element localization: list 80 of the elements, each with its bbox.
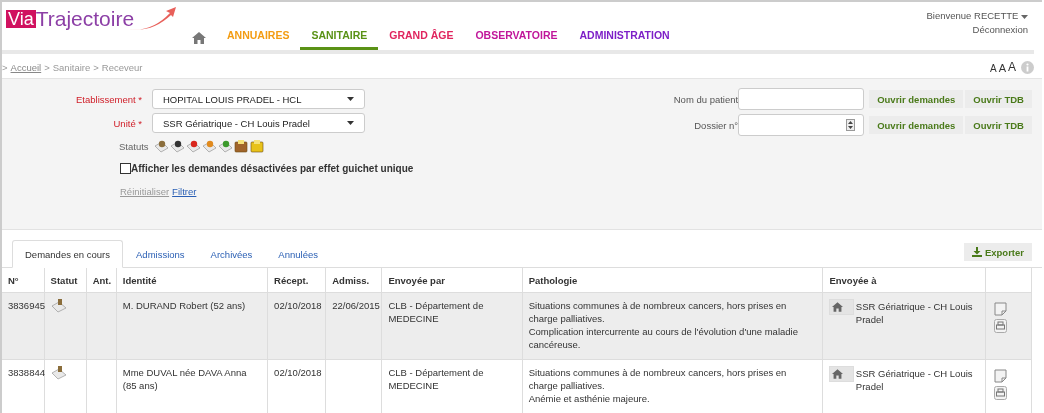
table-cell: 02/10/2018	[274, 300, 322, 311]
table-cell: CLB - Département de MEDECINE	[388, 300, 484, 324]
open-dashboard-button[interactable]: Ouvrir TDB	[965, 116, 1032, 134]
caret-icon[interactable]	[1021, 15, 1028, 19]
pathology-text: Situations communes à de nombreux cancers, hors prises en charge palliatives.	[528, 299, 788, 325]
breadcrumb-item: Sanitaire	[52, 61, 91, 73]
font-size-button[interactable]: A	[998, 62, 1006, 74]
note-icon[interactable]	[993, 369, 1007, 383]
status-label: Statuts	[119, 140, 149, 152]
column-header: Récept.	[267, 268, 326, 293]
filter-link[interactable]: Filtrer	[172, 186, 197, 197]
field-label: Unité *	[112, 117, 142, 129]
print-icon[interactable]	[993, 319, 1007, 333]
user-menu[interactable]: Bienvenue RECETTE	[926, 10, 1028, 21]
breadcrumb-separator: >	[93, 61, 99, 73]
pathology-text: Anémie et asthénie majeure.	[528, 392, 651, 405]
open-requests-button[interactable]: Ouvrir demandes	[869, 90, 964, 108]
status-filter-icon[interactable]	[169, 139, 185, 153]
status-icon	[50, 366, 67, 380]
table-cell: 3838844	[8, 367, 45, 378]
column-header: Admiss.	[325, 268, 382, 293]
print-icon[interactable]	[993, 386, 1007, 400]
field-label: Etablissement *	[75, 93, 142, 105]
open-requests-button[interactable]: Ouvrir demandes	[869, 116, 964, 134]
table-cell: Mme DUVAL née DAVA Anna (85 ans)	[122, 367, 247, 391]
establishment-select[interactable]: HOPITAL LOUIS PRADEL - HCL	[152, 89, 365, 109]
column-header: Envoyée à	[822, 268, 986, 293]
search-field[interactable]	[738, 88, 865, 110]
search-field[interactable]	[738, 114, 865, 136]
pathology-text: Situations communes à de nombreux cancers, hors prises en charge palliatives.	[528, 366, 788, 392]
status-filter-icon[interactable]	[233, 139, 249, 153]
breadcrumb-separator: >	[44, 61, 50, 73]
caret-icon[interactable]	[347, 97, 354, 101]
font-size-button[interactable]: A	[1008, 60, 1016, 74]
tab[interactable]: Annulées	[265, 240, 331, 268]
logo[interactable]: ViaTrajectoire	[6, 7, 177, 33]
logo-name: Trajectoire	[35, 7, 135, 31]
column-header: Ant.	[86, 268, 117, 293]
logo-prefix: Via	[6, 10, 36, 28]
column-header: Envoyée par	[381, 268, 523, 293]
field-label: Dossier n°	[693, 119, 739, 131]
table-row[interactable]	[2, 292, 1032, 360]
open-dashboard-button[interactable]: Ouvrir TDB	[965, 90, 1032, 108]
home-button[interactable]	[829, 299, 854, 315]
table-cell-text: SSR Gériatrique - CH Louis Pradel	[855, 300, 974, 326]
note-icon[interactable]	[993, 302, 1007, 316]
home-icon[interactable]	[192, 32, 206, 44]
pathology-text: Complication intercurrente au cours de l'évolution d'une maladie cancéreuse.	[528, 325, 799, 351]
tab[interactable]: Archivées	[197, 240, 266, 268]
logout-link[interactable]: Déconnexion	[926, 24, 1028, 35]
unit-select[interactable]: SSR Gériatrique - CH Louis Pradel	[152, 113, 365, 133]
table-cell: CLB - Département de MEDECINE	[388, 367, 484, 391]
caret-icon[interactable]	[347, 121, 354, 125]
guichet-checkbox[interactable]: Afficher les demandes désactivées par effet guichet unique	[120, 163, 414, 174]
field-label: Nom du patient	[672, 93, 739, 105]
column-header: Pathologie	[522, 268, 823, 293]
home-icon	[832, 302, 844, 312]
breadcrumb-link[interactable]: Accueil	[10, 61, 42, 73]
nav-tab[interactable]: ADMINISTRATION	[568, 29, 681, 50]
column-header: Identité	[116, 268, 268, 293]
nav-tab[interactable]: GRAND ÂGE	[378, 29, 465, 50]
table-cell: 22/06/2015	[332, 300, 380, 311]
download-icon	[971, 247, 982, 257]
tab[interactable]: Demandes en cours	[12, 240, 124, 268]
column-header: Statut	[44, 268, 87, 293]
font-size-button[interactable]: A	[989, 63, 997, 74]
status-icon	[50, 299, 67, 313]
breadcrumb-item: Receveur	[101, 61, 143, 73]
table-cell: 02/10/2018	[274, 367, 322, 378]
table-cell-text: SSR Gériatrique - CH Louis Pradel	[855, 367, 974, 393]
spinner-icon[interactable]	[846, 119, 856, 131]
table-cell: M. DURAND Robert (52 ans)	[122, 300, 246, 311]
column-header: N°	[2, 268, 45, 293]
breadcrumb-separator: >	[2, 61, 8, 73]
table-cell: 3836945	[8, 300, 45, 311]
home-icon	[832, 369, 844, 379]
nav-tab[interactable]: OBSERVATOIRE	[464, 29, 569, 50]
home-button[interactable]	[829, 366, 854, 382]
tab[interactable]: Admissions	[123, 240, 198, 268]
export-button[interactable]: Exporter	[963, 243, 1032, 261]
